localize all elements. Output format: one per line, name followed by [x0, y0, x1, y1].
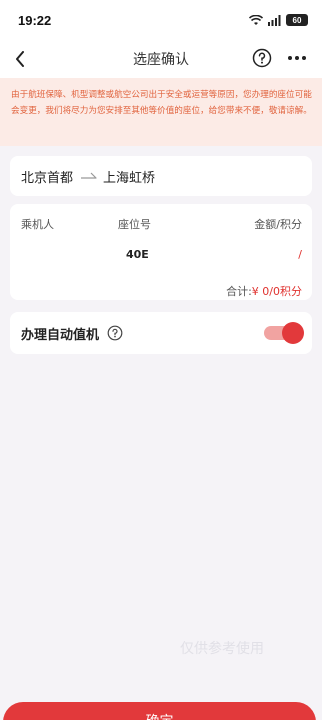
auto-checkin-toggle[interactable]: [264, 322, 304, 344]
route-origin: 北京首都: [21, 170, 74, 186]
more-dots-icon: [288, 56, 306, 60]
total-value: ¥ 0/0积分: [251, 285, 302, 298]
amount-header: 金额/积分: [254, 218, 302, 231]
passenger-header: 乘机人: [21, 218, 54, 231]
signal-icon: [268, 14, 281, 26]
wifi-icon: [249, 14, 263, 25]
notice-banner: 由于航班保障、机型调整或航空公司出于安全或运营等原因，您办理的座位可能会变更，我…: [0, 78, 322, 146]
question-circle-icon: [107, 325, 123, 341]
watermark: 仅供参考使用: [180, 641, 264, 657]
battery-icon: 60: [286, 14, 308, 26]
total-label: 合计:: [226, 285, 252, 298]
seat-header: 座位号: [118, 218, 151, 231]
passenger-card: 乘机人 座位号 金额/积分 40E / 合计:¥ 0/0积分: [10, 204, 312, 300]
chevron-left-icon: [16, 51, 24, 67]
seat-number: 40E: [126, 248, 149, 261]
amount-value: /: [298, 248, 302, 261]
nav-bar: 选座确认: [0, 40, 322, 78]
auto-checkin-label: 办理自动值机: [21, 327, 100, 343]
page-title: 选座确认: [133, 52, 189, 68]
route-arrow-icon: [81, 172, 97, 180]
confirm-button[interactable]: 确定: [3, 702, 316, 720]
route-card: 北京首都 上海虹桥: [10, 156, 312, 196]
total-line: 合计:¥ 0/0积分: [226, 283, 302, 299]
route-destination: 上海虹桥: [103, 170, 156, 186]
status-bar: 19:22 60: [0, 0, 322, 40]
status-icons: 60: [249, 14, 308, 26]
checkin-help-button[interactable]: [107, 325, 123, 341]
back-button[interactable]: [10, 49, 30, 69]
question-circle-icon: [252, 48, 272, 68]
toggle-knob: [282, 322, 304, 344]
more-button[interactable]: [286, 48, 308, 68]
status-time: 19:22: [18, 12, 52, 28]
auto-checkin-card: 办理自动值机: [10, 312, 312, 354]
help-button[interactable]: [252, 48, 272, 68]
